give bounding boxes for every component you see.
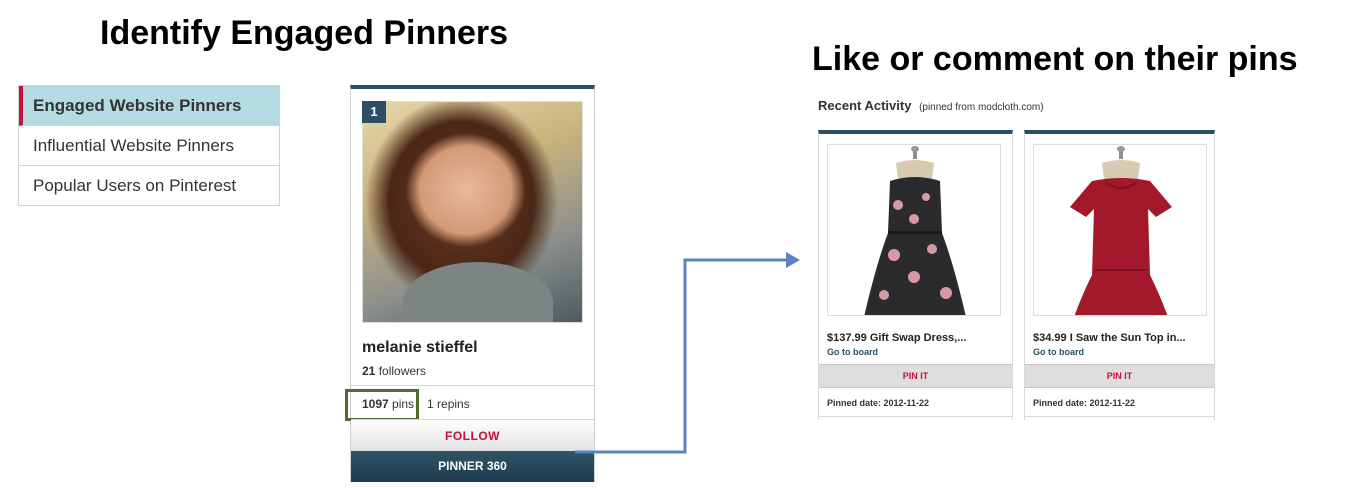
pins-label: pins xyxy=(392,397,415,411)
pinner-name[interactable]: melanie stieffel xyxy=(362,339,478,357)
pinned-date: Pinned date: 2012-11-22 xyxy=(1033,398,1136,408)
recent-activity-header: Recent Activity (pinned from modcloth.co… xyxy=(818,98,1044,113)
dress-on-mannequin-icon xyxy=(864,146,966,315)
repins-number: 1 xyxy=(427,397,434,411)
pin-title[interactable]: $137.99 Gift Swap Dress,... xyxy=(827,332,966,344)
recent-activity-source: (pinned from modcloth.com) xyxy=(919,102,1044,113)
avatar-shoulders xyxy=(403,262,553,322)
heading-like-comment: Like or comment on their pins xyxy=(812,40,1298,78)
divider xyxy=(1025,416,1214,417)
rank-badge: 1 xyxy=(362,101,386,123)
pin-title[interactable]: $34.99 I Saw the Sun Top in... xyxy=(1033,332,1186,344)
pins-number: 1097 xyxy=(362,397,389,411)
pin-image[interactable] xyxy=(1033,144,1207,316)
followers-label: followers xyxy=(378,364,427,378)
follow-button[interactable]: FOLLOW xyxy=(351,419,594,451)
repins-count: 1 repins xyxy=(427,397,470,411)
recent-activity-title: Recent Activity xyxy=(818,98,912,113)
followers-number: 21 xyxy=(362,364,376,378)
pin-card: $34.99 I Saw the Sun Top in... Go to boa… xyxy=(1024,130,1215,420)
heading-identify-pinners: Identify Engaged Pinners xyxy=(100,14,509,52)
pins-count: 1097 pins xyxy=(362,397,414,411)
connector-arrow-icon xyxy=(575,252,800,454)
pinner-360-button[interactable]: PINNER 360 xyxy=(351,451,594,482)
menu-item-engaged-website-pinners[interactable]: Engaged Website Pinners xyxy=(19,86,279,126)
pin-it-button[interactable]: PIN IT xyxy=(1025,364,1214,388)
pinner-card: 1 melanie stieffel 21 followers 1097 pin… xyxy=(345,85,595,482)
pin-it-button[interactable]: PIN IT xyxy=(819,364,1012,388)
menu-item-influential-website-pinners[interactable]: Influential Website Pinners xyxy=(19,126,279,166)
pinner-filter-menu: Engaged Website Pinners Influential Webs… xyxy=(18,85,280,206)
menu-item-popular-users[interactable]: Popular Users on Pinterest xyxy=(19,166,279,206)
pin-stats-row: 1097 pins 1 repins xyxy=(345,385,594,421)
go-to-board-link[interactable]: Go to board xyxy=(827,347,878,357)
followers-count: 21 followers xyxy=(362,364,426,378)
pinned-date: Pinned date: 2012-11-22 xyxy=(827,398,930,408)
pin-card: $137.99 Gift Swap Dress,... Go to board … xyxy=(818,130,1013,420)
pinner-avatar[interactable] xyxy=(362,101,583,323)
divider xyxy=(819,416,1012,417)
repins-label: repins xyxy=(437,397,470,411)
top-on-mannequin-icon xyxy=(1070,146,1172,315)
go-to-board-link[interactable]: Go to board xyxy=(1033,347,1084,357)
pin-image[interactable] xyxy=(827,144,1001,316)
